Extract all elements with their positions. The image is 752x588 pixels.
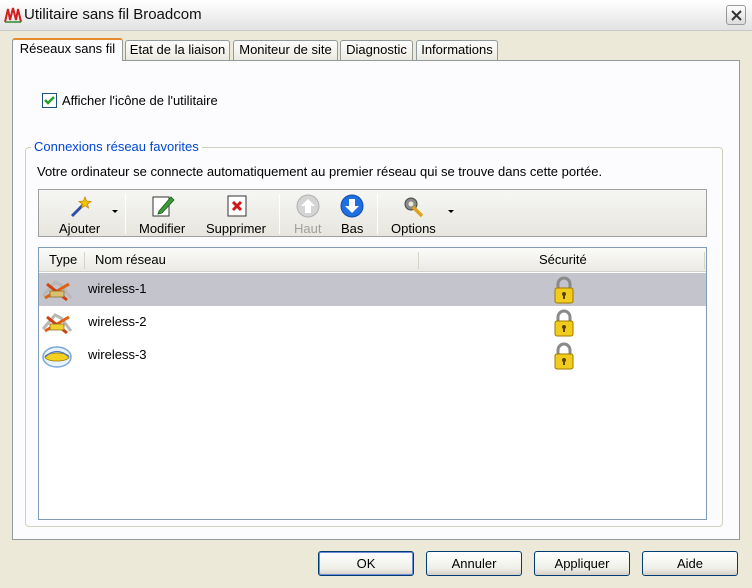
delete-label: Supprimer bbox=[206, 221, 266, 236]
help-button[interactable]: Aide bbox=[642, 551, 738, 576]
toolbar-separator bbox=[125, 194, 126, 234]
network-name: wireless-1 bbox=[88, 281, 147, 296]
favorite-networks-list[interactable]: Type Nom réseau Sécurité wireless-1 wire… bbox=[38, 247, 707, 520]
move-up-button[interactable]: Haut bbox=[289, 190, 329, 236]
tab-information[interactable]: Informations bbox=[416, 40, 498, 60]
column-header-security[interactable]: Sécurité bbox=[539, 248, 587, 272]
apply-button[interactable]: Appliquer bbox=[534, 551, 630, 576]
column-divider[interactable] bbox=[84, 252, 85, 269]
move-up-label: Haut bbox=[294, 221, 322, 236]
favorites-description: Votre ordinateur se connecte automatique… bbox=[37, 164, 603, 179]
lock-icon bbox=[554, 342, 574, 370]
adhoc-network-icon bbox=[41, 313, 73, 335]
column-header-type[interactable]: Type bbox=[49, 248, 77, 272]
settings-wrench-icon bbox=[404, 197, 424, 218]
options-dropdown-arrow-icon[interactable] bbox=[448, 210, 454, 213]
options-button[interactable]: Options bbox=[387, 190, 443, 236]
toolbar-separator bbox=[279, 194, 280, 234]
column-divider[interactable] bbox=[704, 252, 705, 269]
add-button[interactable]: Ajouter bbox=[43, 190, 117, 236]
tab-wireless-networks[interactable]: Réseaux sans fil bbox=[12, 38, 123, 61]
show-icon-checkbox[interactable] bbox=[42, 93, 57, 108]
favorites-toolbar: Ajouter Modifier Supprimer Haut Bas Opti… bbox=[38, 189, 707, 237]
close-icon bbox=[731, 10, 742, 21]
checkmark-icon bbox=[44, 96, 55, 105]
edit-button[interactable]: Modifier bbox=[135, 190, 191, 236]
tab-diagnostic[interactable]: Diagnostic bbox=[340, 40, 413, 60]
window-title: Utilitaire sans fil Broadcom bbox=[24, 6, 202, 23]
lock-icon bbox=[554, 276, 574, 304]
tab-site-monitor[interactable]: Moniteur de site bbox=[233, 40, 338, 60]
access-point-icon bbox=[42, 346, 72, 368]
toolbar-separator bbox=[377, 194, 378, 234]
delete-icon bbox=[227, 195, 247, 217]
list-item[interactable]: wireless-1 bbox=[39, 273, 706, 306]
cancel-button[interactable]: Annuler bbox=[426, 551, 522, 576]
add-dropdown-arrow-icon[interactable] bbox=[112, 210, 118, 213]
list-item[interactable]: wireless-3 bbox=[39, 339, 706, 372]
move-down-button[interactable]: Bas bbox=[333, 190, 373, 236]
close-button[interactable] bbox=[726, 5, 746, 25]
edit-label: Modifier bbox=[139, 221, 186, 236]
network-name: wireless-3 bbox=[88, 347, 147, 362]
tab-link-status[interactable]: Etat de la liaison bbox=[125, 40, 230, 60]
lock-icon bbox=[554, 309, 574, 337]
move-down-label: Bas bbox=[341, 221, 364, 236]
favorites-group-title: Connexions réseau favorites bbox=[31, 139, 202, 154]
arrow-down-icon bbox=[340, 194, 364, 218]
network-name: wireless-2 bbox=[88, 314, 147, 329]
column-divider[interactable] bbox=[418, 252, 419, 269]
ok-button[interactable]: OK bbox=[318, 551, 414, 576]
title-bar: Utilitaire sans fil Broadcom bbox=[0, 0, 752, 31]
show-icon-label: Afficher l'icône de l'utilitaire bbox=[62, 93, 218, 108]
magic-wand-icon bbox=[70, 195, 93, 218]
edit-pencil-icon bbox=[152, 196, 175, 217]
column-header-name[interactable]: Nom réseau bbox=[95, 248, 166, 272]
list-item[interactable]: wireless-2 bbox=[39, 306, 706, 339]
add-label: Ajouter bbox=[59, 221, 101, 236]
options-label: Options bbox=[391, 221, 436, 236]
arrow-up-icon bbox=[296, 194, 320, 218]
broadcom-logo-icon bbox=[4, 7, 22, 23]
adhoc-network-icon bbox=[41, 280, 73, 302]
list-header: Type Nom réseau Sécurité bbox=[39, 248, 706, 272]
delete-button[interactable]: Supprimer bbox=[203, 190, 273, 236]
